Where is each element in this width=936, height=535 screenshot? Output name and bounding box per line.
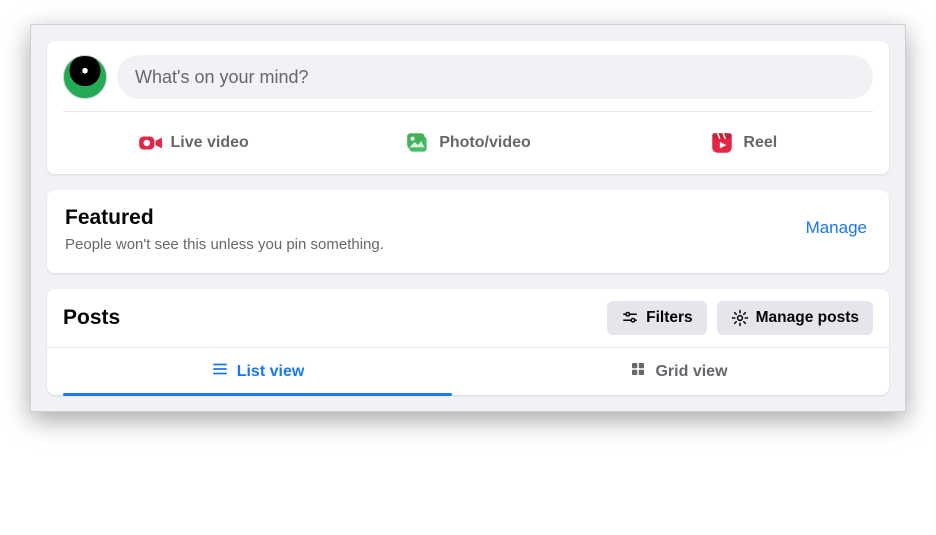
posts-buttons: Filters Manage posts — [607, 301, 873, 335]
composer-actions: Live video Photo/video Reel — [47, 112, 889, 174]
page-frame: What's on your mind? Live video Photo/vi… — [30, 24, 906, 412]
filters-button[interactable]: Filters — [607, 301, 707, 335]
composer-top: What's on your mind? — [47, 41, 889, 111]
reel-label: Reel — [743, 134, 777, 152]
featured-title: Featured — [65, 206, 384, 230]
manage-posts-button[interactable]: Manage posts — [717, 301, 873, 335]
composer-card: What's on your mind? Live video Photo/vi… — [47, 41, 889, 174]
composer-input[interactable]: What's on your mind? — [117, 55, 873, 99]
filters-label: Filters — [646, 309, 693, 327]
photo-video-icon — [405, 130, 431, 156]
list-view-label: List view — [237, 363, 305, 381]
grid-icon — [629, 360, 647, 383]
avatar[interactable] — [63, 55, 107, 99]
posts-header: Posts Filters Manage posts — [47, 289, 889, 347]
live-video-button[interactable]: Live video — [55, 120, 330, 166]
tab-grid-view[interactable]: Grid view — [468, 348, 889, 395]
manage-posts-label: Manage posts — [756, 309, 859, 327]
composer-placeholder: What's on your mind? — [135, 67, 309, 88]
live-video-icon — [137, 130, 163, 156]
posts-card: Posts Filters Manage posts — [47, 289, 889, 395]
reel-icon — [709, 130, 735, 156]
grid-view-label: Grid view — [655, 363, 727, 381]
featured-card: Featured People won't see this unless yo… — [47, 190, 889, 273]
featured-subtitle: People won't see this unless you pin som… — [65, 236, 384, 253]
tab-list-view[interactable]: List view — [47, 348, 468, 395]
reel-button[interactable]: Reel — [606, 120, 881, 166]
photo-video-button[interactable]: Photo/video — [330, 120, 605, 166]
view-tabs: List view Grid view — [47, 348, 889, 395]
gear-icon — [731, 309, 749, 327]
list-icon — [211, 360, 229, 383]
filters-icon — [621, 309, 639, 327]
live-video-label: Live video — [171, 134, 249, 152]
photo-video-label: Photo/video — [439, 134, 531, 152]
featured-manage-link[interactable]: Manage — [806, 206, 871, 238]
featured-text: Featured People won't see this unless yo… — [65, 206, 384, 253]
posts-title: Posts — [63, 306, 120, 330]
